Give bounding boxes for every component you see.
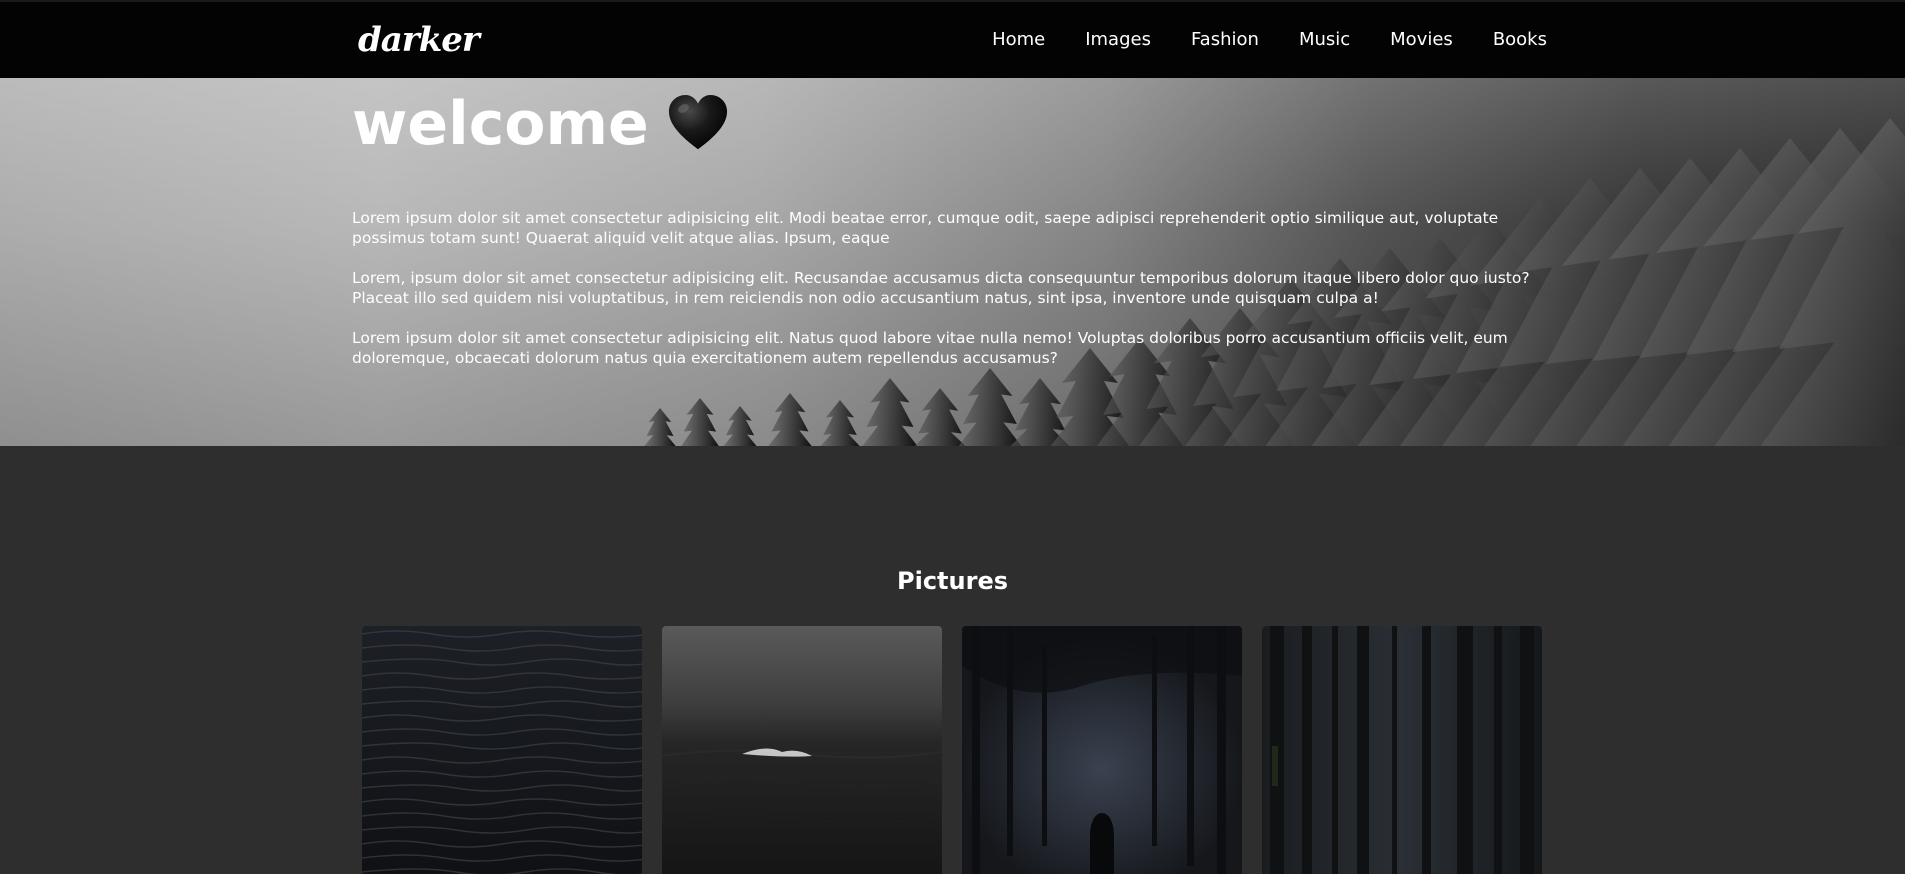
nav-link-images[interactable]: Images xyxy=(1085,28,1151,52)
dark-forest-image xyxy=(1262,626,1542,874)
hero-title: welcome xyxy=(352,78,1552,164)
page: darker Home Images Fashion Music Movies … xyxy=(0,0,1905,874)
nav-link-books[interactable]: Books xyxy=(1493,28,1547,52)
black-heart-icon xyxy=(668,94,727,150)
nav-link-home[interactable]: Home xyxy=(992,28,1045,52)
hooded-figure-forest-image xyxy=(962,626,1242,874)
picture-card-ocean-waves[interactable] xyxy=(362,626,642,874)
hero-paragraph: Lorem ipsum dolor sit amet consectetur a… xyxy=(352,329,1508,367)
hero-title-text: welcome xyxy=(352,89,649,159)
hero-paragraph: Lorem ipsum dolor sit amet consectetur a… xyxy=(352,209,1499,247)
picture-card-foggy-sea[interactable] xyxy=(662,626,942,874)
hero-paragraph: Lorem, ipsum dolor sit amet consectetur … xyxy=(352,269,1530,307)
ocean-waves-image xyxy=(362,626,642,874)
nav-link-movies[interactable]: Movies xyxy=(1390,28,1453,52)
hero-content: welcome Lorem ipsum dolor sit amet conse… xyxy=(352,78,1552,388)
pictures-section: Pictures xyxy=(0,446,1905,874)
picture-card-hooded-figure[interactable] xyxy=(962,626,1242,874)
navbar: darker Home Images Fashion Music Movies … xyxy=(0,0,1905,78)
picture-gallery xyxy=(362,626,1542,874)
nav-link-fashion[interactable]: Fashion xyxy=(1191,28,1259,52)
hero-paragraphs: Lorem ipsum dolor sit amet consectetur a… xyxy=(352,208,1552,368)
hero-section: welcome Lorem ipsum dolor sit amet conse… xyxy=(0,78,1905,446)
foggy-sea-image xyxy=(662,626,942,874)
nav-link-music[interactable]: Music xyxy=(1299,28,1350,52)
picture-card-dark-forest[interactable] xyxy=(1262,626,1542,874)
logo[interactable]: darker xyxy=(358,20,480,60)
nav-links: Home Images Fashion Music Movies Books xyxy=(952,28,1547,52)
pictures-title: Pictures xyxy=(897,567,1008,595)
